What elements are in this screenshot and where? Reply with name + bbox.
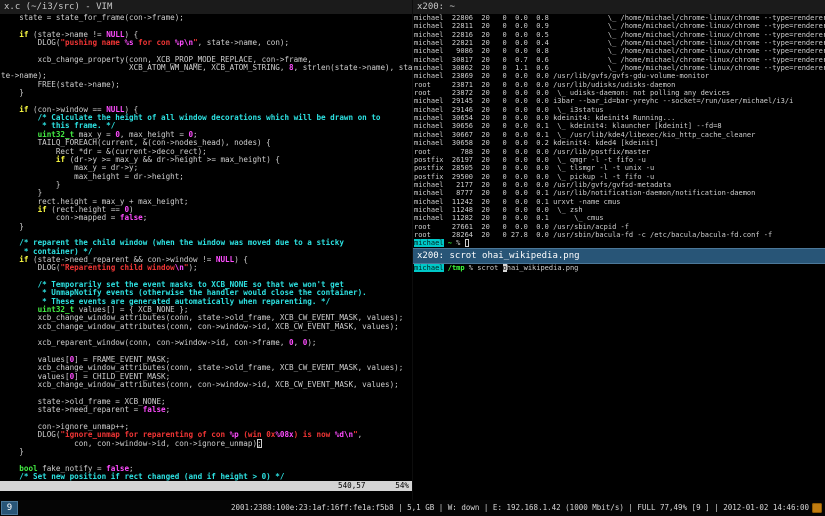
terminal-line: michael 30654 20 0 0.0 0.0 kdeinit4: kde…: [414, 114, 825, 122]
terminal-line: michael 22806 20 0 0.0 0.8 \_ /home/mich…: [414, 14, 825, 22]
vim-scroll-percent: 54%: [395, 481, 409, 491]
terminal-line: state->need_reparent = false;: [1, 406, 412, 414]
desktop: x.c (~/i3/src) - VIM state = state_for_f…: [0, 0, 825, 516]
vim-window-title: x.c (~/i3/src) - VIM: [4, 2, 112, 12]
terminal-line: xcb_change_window_attributes(conn, con->…: [1, 323, 412, 331]
window-process-list[interactable]: x200: ~ michael 22806 20 0 0.0 0.8 \_ /h…: [413, 0, 825, 248]
i3bar: 9 2001:2388:100e:23:1af:16ff:fe1a:f5b8 |…: [0, 500, 825, 516]
terminal-line: michael 9086 20 0 0.0 0.8 \_ /home/micha…: [414, 47, 825, 55]
scrot-window-titlebar[interactable]: x200: scrot ohai_wikipedia.png: [413, 248, 825, 264]
terminal-line: michael 30817 20 0 0.7 0.6 \_ /home/mich…: [414, 56, 825, 64]
terminal-line: root 23871 20 0 0.0 0.0 /usr/lib/udisks/…: [414, 81, 825, 89]
terminal-line: michael 30658 20 0 0.0 0.2 kdeinit4: kde…: [414, 139, 825, 147]
terminal-line: michael 30667 20 0 0.0 0.1 \_ /usr/lib/k…: [414, 131, 825, 139]
workspace-button-9[interactable]: 9: [1, 501, 18, 515]
scrot-terminal[interactable]: michael /tmp % scrot ohai_wikipedia.png: [413, 264, 825, 500]
terminal-line: con, con->window->id, con->ignore_unmap)…: [1, 440, 412, 448]
window-scrot[interactable]: x200: scrot ohai_wikipedia.png michael /…: [413, 248, 825, 500]
terminal-line: postfix 26197 20 0 0.0 0.0 \_ qmgr -l -t…: [414, 156, 825, 164]
terminal-line: DLOG("Reparenting child window\n");: [1, 264, 412, 272]
terminal-line: michael ~ %: [414, 239, 825, 247]
terminal-line: }: [1, 223, 412, 231]
terminal-line: }: [1, 448, 412, 456]
terminal-line: michael 22811 20 0 0.0 0.9 \_ /home/mich…: [414, 22, 825, 30]
terminal-line: xcb_change_window_attributes(conn, con->…: [1, 381, 412, 389]
terminal-line: michael 29146 20 0 0.0 0.0 \_ i3status: [414, 106, 825, 114]
terminal-line: michael 11248 20 0 0.0 0.0 \_ zsh: [414, 206, 825, 214]
vim-statusline-filename: src/x.c: [30, 491, 62, 500]
terminal-line: root 28264 20 0 27.8 0.0 /usr/sbin/bacul…: [414, 231, 825, 239]
terminal-line: }: [1, 181, 412, 189]
terminal-line: michael 22821 20 0 0.0 0.4 \_ /home/mich…: [414, 39, 825, 47]
window-vim[interactable]: x.c (~/i3/src) - VIM state = state_for_f…: [0, 0, 412, 500]
terminal-line: michael 11282 20 0 0.0 0.1 \_ cmus: [414, 214, 825, 222]
vim-statusline: src/x.c 540,57 54%: [0, 481, 412, 491]
terminal-line: xcb_reparent_window(conn, con->window->i…: [1, 339, 412, 347]
i3status-text: 2001:2388:100e:23:1af:16ff:fe1a:f5b8 | 5…: [231, 500, 809, 516]
process-terminal[interactable]: michael 22806 20 0 0.0 0.8 \_ /home/mich…: [413, 14, 825, 248]
terminal-line: michael 23869 20 0 0.0 0.0 /usr/lib/gvfs…: [414, 72, 825, 80]
terminal-line: }: [1, 89, 412, 97]
terminal-line: /* Set new position if rect changed (and…: [1, 473, 412, 481]
terminal-line: FREE(state->name);: [1, 81, 412, 89]
terminal-line: root 27661 20 0 0.0 0.0 /usr/sbin/acpid …: [414, 223, 825, 231]
terminal-line: con->mapped = false;: [1, 214, 412, 222]
terminal-line: state = state_for_frame(con->frame);: [1, 14, 412, 22]
terminal-line: michael 2177 20 0 0.0 0.0 /usr/lib/gvfs/…: [414, 181, 825, 189]
terminal-line: michael 29145 20 0 0.0 0.0 i3bar --bar_i…: [414, 97, 825, 105]
process-window-title: x200: ~: [417, 2, 455, 12]
vim-terminal[interactable]: state = state_for_frame(con->frame); if …: [0, 14, 412, 481]
terminal-line: michael 22816 20 0 0.0 0.5 \_ /home/mich…: [414, 31, 825, 39]
vim-cursor-position: 540,57: [338, 481, 365, 491]
terminal-line: postfix 29500 20 0 0.0 0.0 \_ pickup -l …: [414, 173, 825, 181]
terminal-line: root 788 20 0 0.0 0.0 /usr/lib/postfix/m…: [414, 148, 825, 156]
terminal-line: michael /tmp % scrot ohai_wikipedia.png: [414, 264, 825, 272]
scrot-window-title: x200: scrot ohai_wikipedia.png: [417, 251, 580, 261]
terminal-line: DLOG("pushing name %s for con %p\n", sta…: [1, 39, 412, 47]
terminal-line: michael 8777 20 0 0.0 0.1 /usr/lib/notif…: [414, 189, 825, 197]
systray-icon[interactable]: [812, 503, 822, 513]
process-window-titlebar[interactable]: x200: ~: [413, 0, 825, 15]
terminal-line: michael 30862 20 0 1.1 0.6 \_ /home/mich…: [414, 64, 825, 72]
terminal-line: max_height = dr->height;: [1, 173, 412, 181]
terminal-line: XCB_ATOM_WM_NAME, XCB_ATOM_STRING, 8, st…: [1, 64, 412, 72]
terminal-line: michael 11242 20 0 0.0 0.1 urxvt -name c…: [414, 198, 825, 206]
vim-window-titlebar[interactable]: x.c (~/i3/src) - VIM: [0, 0, 412, 15]
terminal-line: root 23872 20 0 0.0 0.0 \_ udisks-daemon…: [414, 89, 825, 97]
terminal-line: postfix 28505 20 0 0.0 0.0 \_ tlsmgr -l …: [414, 164, 825, 172]
terminal-line: michael 30656 20 0 0.0 0.1 \_ kdeinit4: …: [414, 122, 825, 130]
